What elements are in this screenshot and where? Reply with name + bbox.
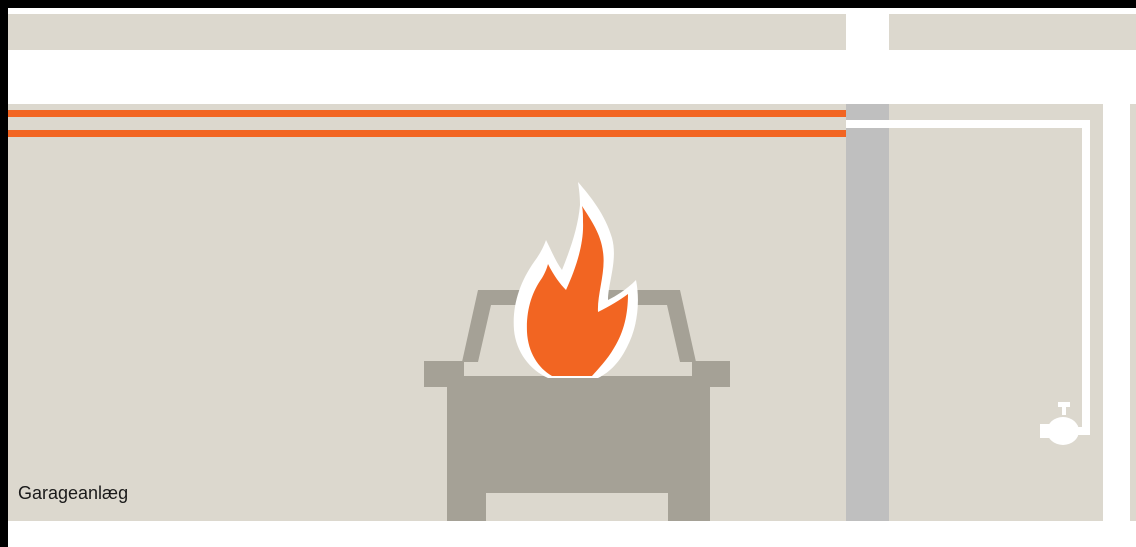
upper-wall-right — [889, 14, 1136, 50]
structural-column — [846, 104, 889, 521]
upper-wall-left — [8, 14, 846, 50]
adjacent-room-sliver — [1130, 104, 1136, 521]
area-label: Garageanlæg — [18, 483, 129, 503]
garage-fire-diagram — [0, 0, 1136, 547]
heat-line-top — [8, 110, 888, 117]
heat-line-bottom — [8, 130, 888, 137]
